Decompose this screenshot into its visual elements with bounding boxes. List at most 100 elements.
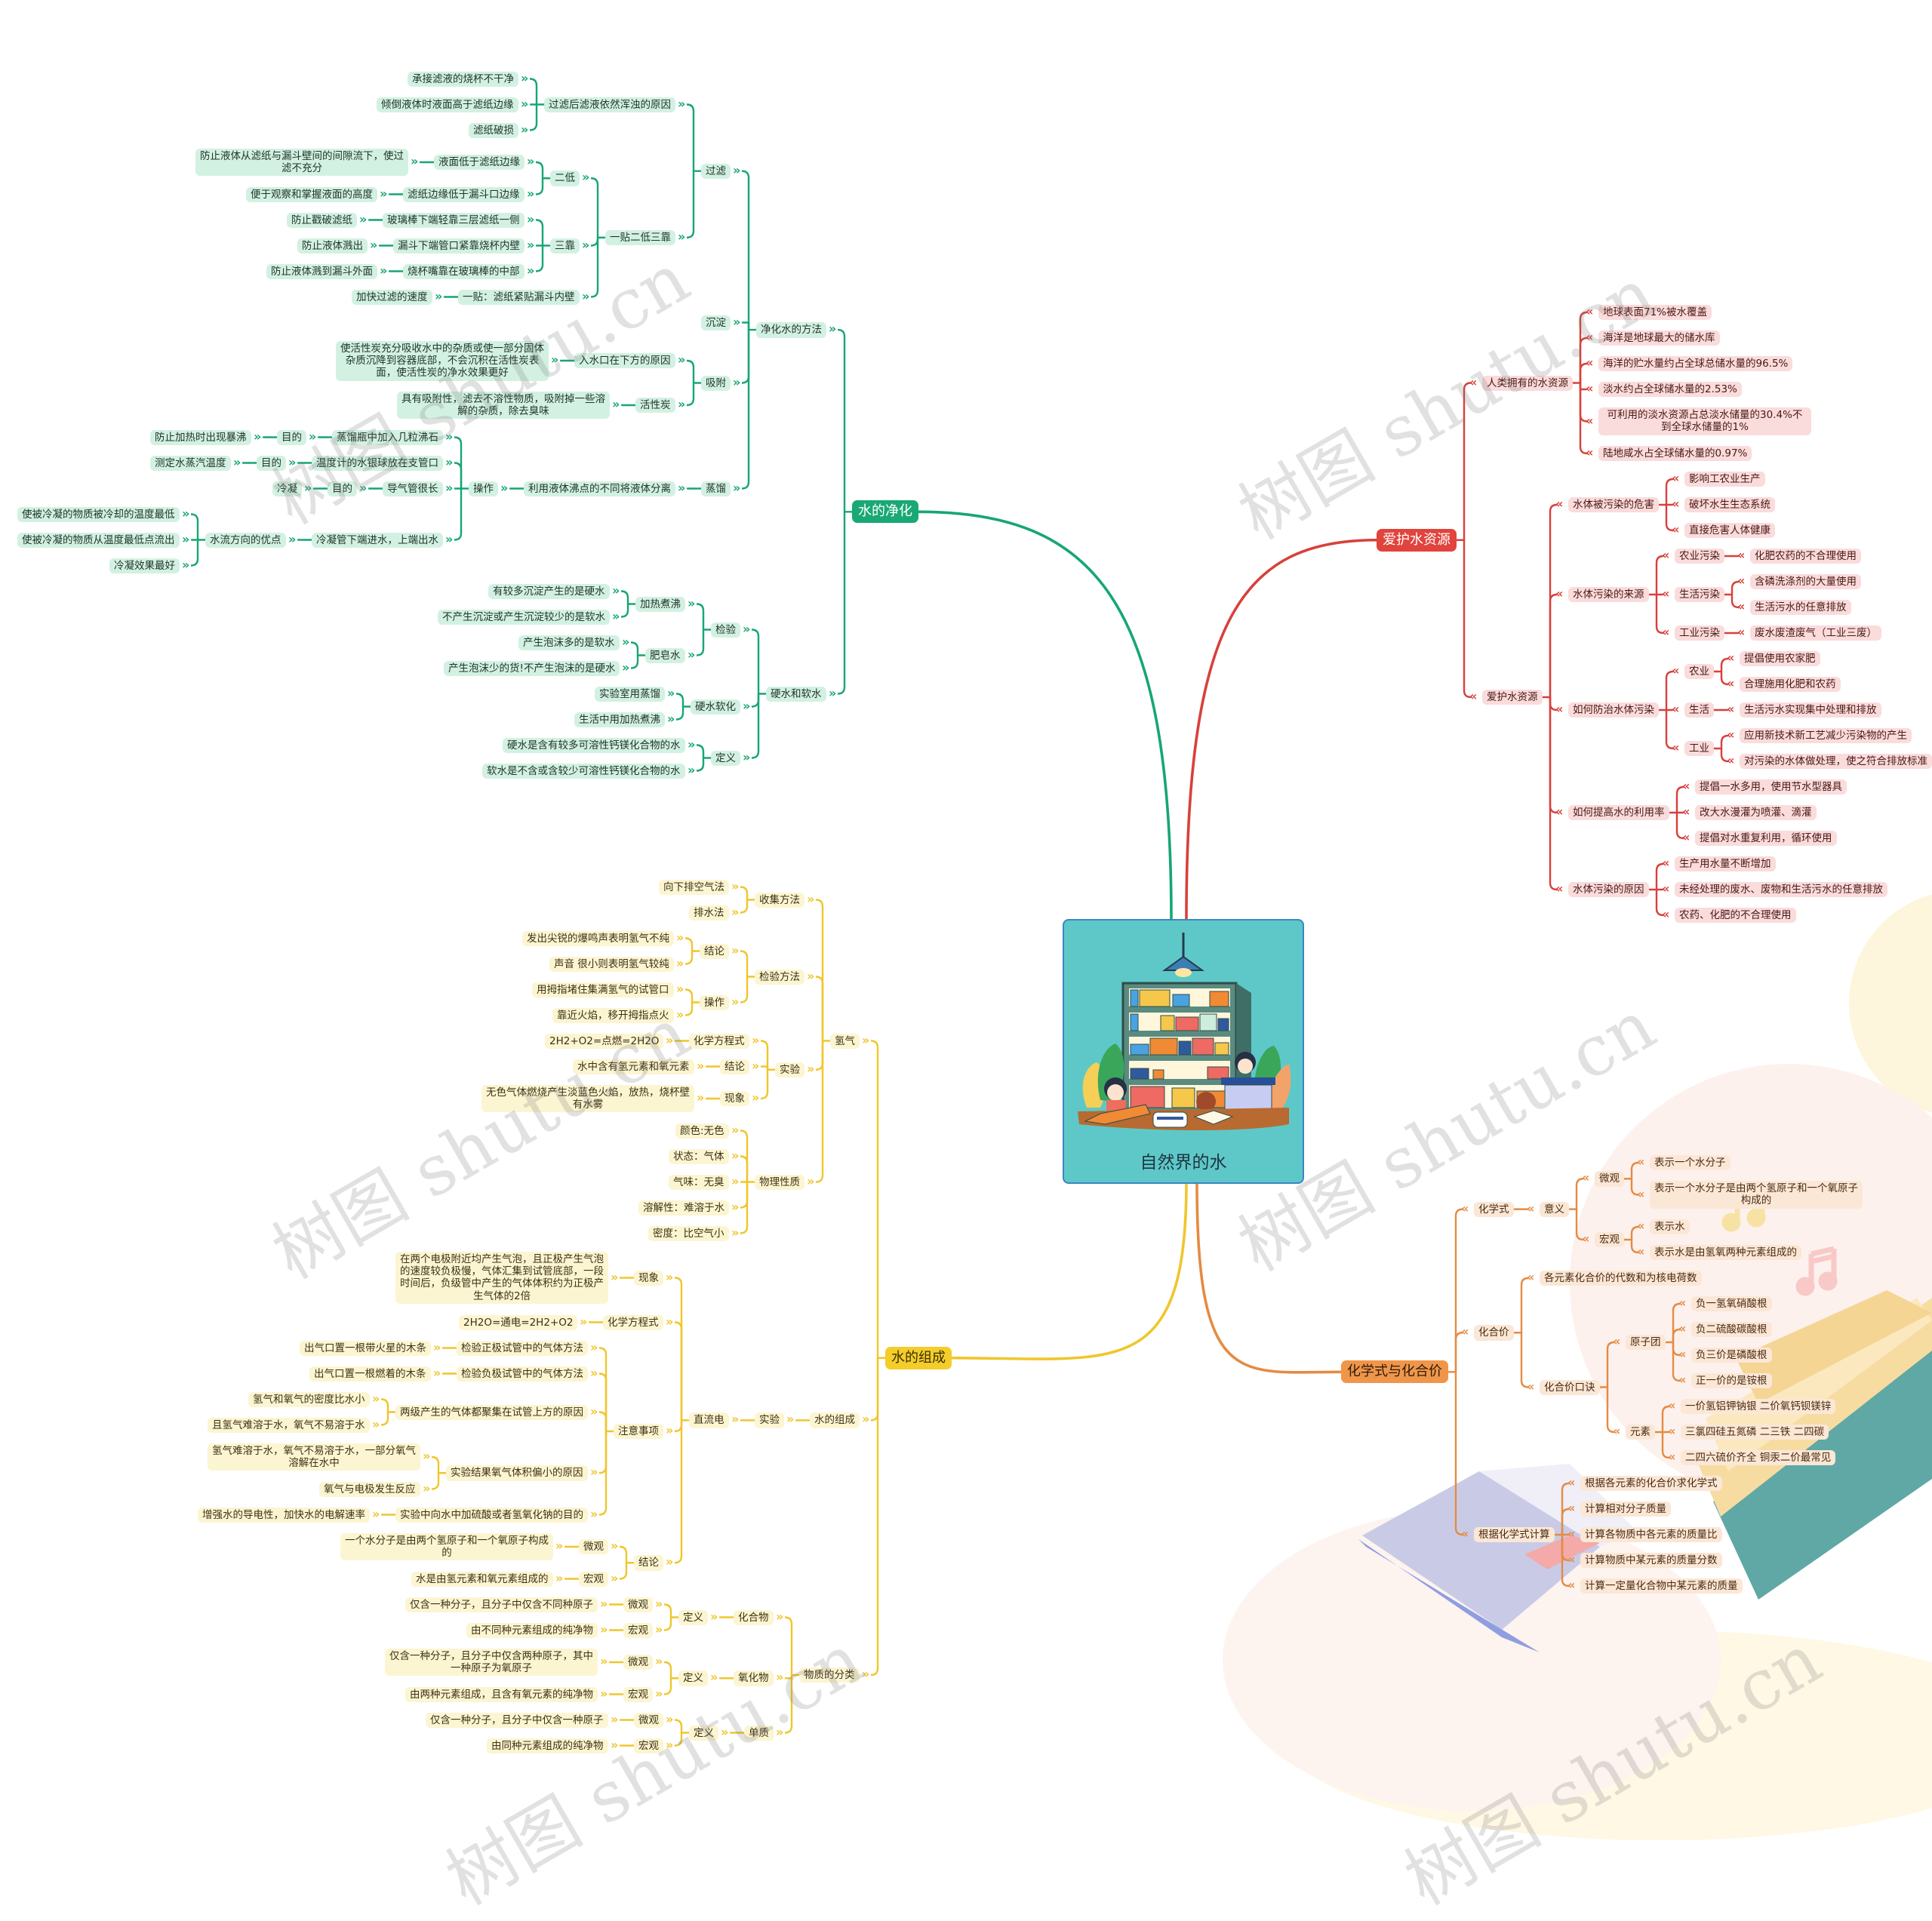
topic-node[interactable]: 现象 xyxy=(634,1270,663,1286)
topic-node[interactable]: 发出尖锐的爆鸣声表明氢气不纯 xyxy=(522,930,674,946)
topic-node[interactable]: 原子团 xyxy=(1626,1335,1666,1351)
topic-node[interactable]: 宏观 xyxy=(623,1686,653,1702)
topic-node[interactable]: 微观 xyxy=(634,1712,663,1728)
topic-node[interactable]: 含磷洗涤剂的大量使用 xyxy=(1750,574,1861,590)
topic-node[interactable]: 测定水蒸汽温度 xyxy=(150,455,231,471)
topic-node[interactable]: 加热煮沸 xyxy=(635,596,685,612)
topic-node[interactable]: 三靠 xyxy=(550,238,580,254)
topic-node[interactable]: 表示一个水分子 xyxy=(1650,1155,1730,1171)
topic-node[interactable]: 净化水的方法 xyxy=(756,322,826,338)
topic-node[interactable]: 负一氢氧硝酸根 xyxy=(1691,1296,1772,1312)
topic-node[interactable]: 可利用的淡水资源占总淡水储量的30.4%不到全球水储量的1% xyxy=(1598,407,1811,435)
topic-node[interactable]: 如何防治水体污染 xyxy=(1568,702,1659,718)
topic-node[interactable]: 密度：比空气小 xyxy=(648,1225,729,1241)
topic-node[interactable]: 冷凝 xyxy=(272,481,302,496)
topic-node[interactable]: 三氯四硅五氮磷 二三铁 二四碳 xyxy=(1681,1425,1829,1440)
topic-node[interactable]: 出气口置一根燃着的木条 xyxy=(309,1366,431,1382)
main-topic-node[interactable]: 爱护水资源 xyxy=(1377,528,1457,552)
topic-node[interactable]: 产生泡沫多的是软水 xyxy=(518,635,620,650)
topic-node[interactable]: 软水是不含或含较少可溶性钙镁化合物的水 xyxy=(482,763,685,779)
topic-node[interactable]: 产生泡沫少的货!不产生泡沫的是硬水 xyxy=(444,660,620,676)
topic-node[interactable]: 根据各元素的化合价求化学式 xyxy=(1580,1476,1722,1492)
topic-node[interactable]: 检验正极试管中的气体方法 xyxy=(457,1340,588,1356)
topic-node[interactable]: 合理施用化肥和农药 xyxy=(1740,677,1841,693)
topic-node[interactable]: 仅含一种分子，且分子中仅含两种原子，其中一种原子为氧原子 xyxy=(385,1648,598,1677)
topic-node[interactable]: 化合价 xyxy=(1474,1325,1514,1341)
topic-node[interactable]: 声音 很小则表明氢气较纯 xyxy=(549,956,674,972)
topic-node[interactable]: 表示一个水分子是由两个氢原子和一个氧原子构成的 xyxy=(1650,1181,1863,1209)
topic-node[interactable]: 防止加热时出现暴沸 xyxy=(150,429,251,445)
topic-node[interactable]: 人类拥有的水资源 xyxy=(1482,375,1573,391)
main-topic-node[interactable]: 水的组成 xyxy=(885,1346,952,1369)
topic-node[interactable]: 水体污染的原因 xyxy=(1568,882,1649,898)
central-topic[interactable]: 自然界的水 xyxy=(1063,919,1304,1184)
topic-node[interactable]: 宏观 xyxy=(623,1622,653,1638)
topic-node[interactable]: 计算一定量化合物中某元素的质量 xyxy=(1580,1578,1743,1594)
topic-node[interactable]: 过滤后滤液依然浑浊的原因 xyxy=(544,97,675,112)
topic-node[interactable]: 提倡对水重复利用，循环使用 xyxy=(1695,831,1837,847)
topic-node[interactable]: 宏观 xyxy=(634,1738,663,1753)
topic-node[interactable]: 硬水是含有较多可溶性钙镁化合物的水 xyxy=(503,737,685,753)
topic-node[interactable]: 单质 xyxy=(744,1725,774,1741)
topic-node[interactable]: 且氢气难溶于水，氧气不易溶于水 xyxy=(208,1417,370,1433)
topic-node[interactable]: 肥皂水 xyxy=(645,647,685,663)
topic-node[interactable]: 使活性炭充分吸收水中的杂质或使一部分固体杂质沉降到容器底部，不会沉积在活性炭表面… xyxy=(336,340,549,381)
topic-node[interactable]: 负三价是磷酸根 xyxy=(1691,1348,1772,1363)
topic-node[interactable]: 应用新技术新工艺减少污染物的产生 xyxy=(1740,728,1912,744)
topic-node[interactable]: 排水法 xyxy=(689,905,729,921)
topic-node[interactable]: 化学方程式 xyxy=(603,1314,663,1330)
topic-node[interactable]: 物质的分类 xyxy=(799,1667,860,1683)
topic-node[interactable]: 漏斗下端管口紧靠烧杯内壁 xyxy=(393,238,525,254)
topic-node[interactable]: 生活污水实现集中处理和排放 xyxy=(1740,702,1881,718)
topic-node[interactable]: 氢气难溶于水，氧气不易溶于水，一部分氧气溶解在水中 xyxy=(208,1443,420,1471)
topic-node[interactable]: 各元素化合价的代数和为核电荷数 xyxy=(1540,1271,1702,1286)
topic-node[interactable]: 由两种元素组成，且含有氧元素的纯净物 xyxy=(405,1686,598,1702)
topic-node[interactable]: 用拇指堵住集满氢气的试管口 xyxy=(532,982,674,997)
topic-node[interactable]: 废水废渣废气（工业三废） xyxy=(1750,625,1881,641)
topic-node[interactable]: 定义 xyxy=(689,1725,718,1741)
topic-node[interactable]: 表示水是由氢氧两种元素组成的 xyxy=(1650,1245,1801,1261)
topic-node[interactable]: 有较多沉淀产生的是硬水 xyxy=(488,583,610,599)
topic-node[interactable]: 微观 xyxy=(623,1655,653,1671)
topic-node[interactable]: 破坏水生生态系统 xyxy=(1684,497,1775,513)
topic-node[interactable]: 不产生沉淀或产生沉淀较少的是软水 xyxy=(438,609,610,625)
topic-node[interactable]: 影响工农业生产 xyxy=(1684,472,1765,487)
topic-node[interactable]: 在两个电极附近均产生气泡，且正极产生气泡的速度较负极慢，气体汇集到试管底部，一段… xyxy=(395,1251,608,1305)
topic-node[interactable]: 导气管很长 xyxy=(383,481,443,496)
topic-node[interactable]: 淡水约占全球储水量的2.53% xyxy=(1598,382,1742,398)
topic-node[interactable]: 吸附 xyxy=(701,375,731,391)
topic-node[interactable]: 表示水 xyxy=(1650,1219,1690,1235)
topic-node[interactable]: 检验 xyxy=(711,622,740,638)
topic-node[interactable]: 水流方向的优点 xyxy=(205,532,286,548)
topic-node[interactable]: 2H2+O2=点燃=2H2O xyxy=(545,1033,664,1049)
topic-node[interactable]: 操作 xyxy=(469,481,498,496)
topic-node[interactable]: 硬水和软水 xyxy=(766,686,826,702)
topic-node[interactable]: 具有吸附性，滤去不溶性物质，吸附掉一些溶解的杂质，除去臭味 xyxy=(397,391,610,420)
topic-node[interactable]: 液面低于滤纸边缘 xyxy=(434,155,525,171)
topic-node[interactable]: 实验 xyxy=(775,1062,804,1078)
topic-node[interactable]: 直流电 xyxy=(689,1412,729,1428)
topic-node[interactable]: 目的 xyxy=(328,481,357,496)
topic-node[interactable]: 化学方程式 xyxy=(689,1033,749,1049)
topic-node[interactable]: 生活中用加热煮沸 xyxy=(574,712,665,727)
topic-node[interactable]: 未经处理的废水、废物和生活污水的任意排放 xyxy=(1675,882,1887,898)
topic-node[interactable]: 陆地咸水占全球储水量的0.97% xyxy=(1598,446,1752,462)
topic-node[interactable]: 沉淀 xyxy=(701,315,731,330)
topic-node[interactable]: 靠近火焰，移开拇指点火 xyxy=(552,1007,674,1023)
topic-node[interactable]: 计算各物质中各元素的质量比 xyxy=(1580,1527,1722,1543)
topic-node[interactable]: 出气口置一根带火星的木条 xyxy=(300,1340,431,1356)
topic-node[interactable]: 使被冷凝的物质从温度最低点流出 xyxy=(17,532,180,548)
topic-node[interactable]: 海洋的贮水量约占全球总储水量的96.5% xyxy=(1598,356,1793,372)
topic-node[interactable]: 改大水漫灌为喷灌、滴灌 xyxy=(1695,805,1817,821)
topic-node[interactable]: 实验结果氧气体积偏小的原因 xyxy=(446,1465,588,1481)
topic-node[interactable]: 防止液体溅到漏斗外面 xyxy=(266,263,377,279)
topic-node[interactable]: 二四六硫价齐全 铜汞二价最常见 xyxy=(1681,1450,1836,1466)
topic-node[interactable]: 一个水分子是由两个氢原子和一个氧原子构成的 xyxy=(340,1532,553,1561)
topic-node[interactable]: 温度计的水银球放在支管口 xyxy=(312,455,443,471)
topic-node[interactable]: 溶解性：难溶于水 xyxy=(638,1200,729,1216)
topic-node[interactable]: 滤纸破损 xyxy=(469,122,518,138)
topic-node[interactable]: 爱护水资源 xyxy=(1482,690,1543,705)
topic-node[interactable]: 计算物质中某元素的质量分数 xyxy=(1580,1553,1722,1569)
topic-node[interactable]: 生活 xyxy=(1684,702,1714,718)
topic-node[interactable]: 一贴：滤纸紧贴漏斗内壁 xyxy=(458,289,580,305)
